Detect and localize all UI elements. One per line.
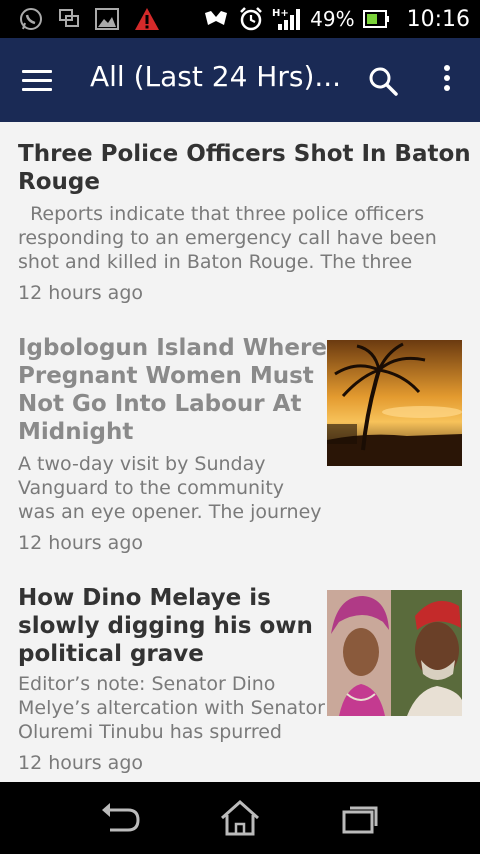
article-timestamp: 12 hours ago bbox=[18, 752, 144, 774]
summary-line: responding to an emergency call have bee… bbox=[18, 227, 437, 249]
summary-line: A two-day visit by Sunday bbox=[18, 453, 266, 475]
article-item[interactable]: How Dino Melaye is slowly digging his ow… bbox=[0, 572, 480, 782]
warning-icon bbox=[135, 8, 159, 30]
summary-line: Melye’s altercation with Senator bbox=[18, 697, 325, 719]
article-item[interactable]: Three Police Officers Shot In Baton Roug… bbox=[0, 122, 480, 322]
gallery-icon bbox=[95, 8, 119, 30]
hplus-signal-icon: H+ bbox=[272, 8, 301, 30]
recent-apps-icon[interactable] bbox=[336, 798, 384, 838]
status-bar: H+ 49% 10:16 bbox=[0, 0, 480, 38]
sunset-palm-photo bbox=[327, 340, 462, 466]
clock: 10:16 bbox=[406, 6, 470, 32]
two-people-photo bbox=[327, 590, 462, 716]
summary-line: Reports indicate that three police offic… bbox=[18, 203, 425, 225]
article-title: Three Police Officers Shot In Baton Roug… bbox=[18, 140, 471, 196]
article-title-line: Three Police Officers Shot In Baton bbox=[18, 141, 471, 167]
article-title-line: Pregnant Women Must bbox=[18, 363, 314, 389]
article-item[interactable]: Igbologun Island Where Pregnant Women Mu… bbox=[0, 322, 480, 562]
alarm-icon bbox=[240, 7, 263, 31]
screenshot-icon bbox=[59, 9, 79, 27]
article-title: Igbologun Island Where Pregnant Women Mu… bbox=[18, 334, 327, 446]
article-summary: Reports indicate that three police offic… bbox=[18, 202, 437, 274]
article-summary: Editor’s note: Senator Dino Melye’s alte… bbox=[18, 672, 325, 744]
article-title-line: Not Go Into Labour At bbox=[18, 391, 302, 417]
svg-text:H+: H+ bbox=[272, 8, 289, 19]
system-nav-bar bbox=[0, 782, 480, 854]
overflow-menu-icon[interactable] bbox=[436, 62, 458, 100]
summary-line: Editor’s note: Senator Dino bbox=[18, 673, 276, 695]
article-title-line: political grave bbox=[18, 641, 204, 667]
battery-percentage: 49% bbox=[310, 7, 355, 31]
article-title-line: Rouge bbox=[18, 169, 100, 195]
hamburger-menu-icon[interactable] bbox=[22, 64, 62, 100]
back-icon[interactable] bbox=[96, 798, 144, 838]
search-icon[interactable] bbox=[366, 64, 400, 98]
summary-line: shot and killed in Baton Rouge. The thre… bbox=[18, 251, 413, 273]
article-title-line: Igbologun Island Where bbox=[18, 335, 327, 361]
article-title-line: How Dino Melaye is bbox=[18, 585, 271, 611]
home-icon[interactable] bbox=[216, 798, 264, 838]
article-title-line: Midnight bbox=[18, 419, 134, 445]
summary-line: Oluremi Tinubu has spurred bbox=[18, 721, 282, 743]
headset-icon bbox=[205, 11, 228, 25]
app-bar: All (Last 24 Hrs)... bbox=[0, 38, 480, 122]
article-timestamp: 12 hours ago bbox=[18, 282, 144, 304]
article-timestamp: 12 hours ago bbox=[18, 532, 144, 554]
battery-icon bbox=[362, 10, 389, 28]
summary-line: Vanguard to the community bbox=[18, 477, 285, 499]
article-summary: A two-day visit by Sunday Vanguard to th… bbox=[18, 452, 322, 524]
article-title: How Dino Melaye is slowly digging his ow… bbox=[18, 584, 313, 668]
news-feed[interactable]: Three Police Officers Shot In Baton Roug… bbox=[0, 122, 480, 782]
page-title[interactable]: All (Last 24 Hrs)... bbox=[90, 60, 341, 93]
article-title-line: slowly digging his own bbox=[18, 613, 313, 639]
whatsapp-icon bbox=[20, 8, 42, 30]
summary-line: was an eye opener. The journey bbox=[18, 501, 322, 523]
